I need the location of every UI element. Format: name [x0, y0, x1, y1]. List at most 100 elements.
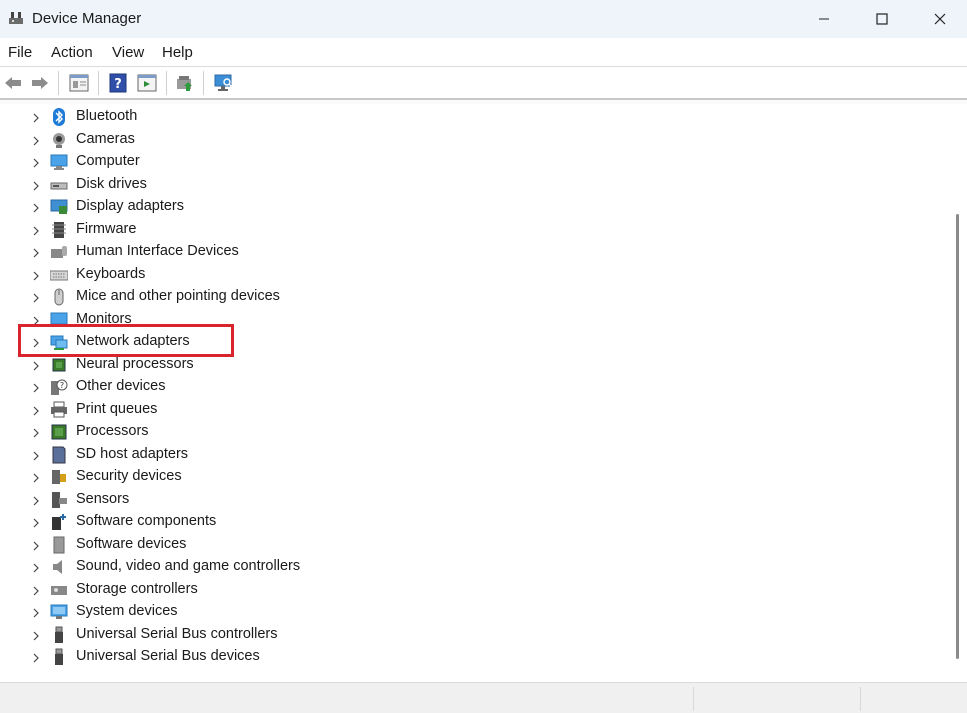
expand-chevron-icon[interactable] [30, 404, 42, 416]
system-device-icon [50, 603, 68, 621]
menu-view[interactable]: View [112, 44, 144, 61]
expand-chevron-icon[interactable] [30, 651, 42, 663]
usb-icon [50, 648, 68, 666]
expand-chevron-icon[interactable] [30, 449, 42, 461]
software-component-icon [50, 513, 68, 531]
software-device-icon [50, 536, 68, 554]
status-bar [0, 682, 967, 713]
tree-item-firmware[interactable]: Firmware [0, 219, 948, 241]
forward-icon[interactable] [29, 72, 51, 94]
action-pane-icon[interactable] [136, 72, 158, 94]
status-separator [693, 687, 694, 711]
menu-action[interactable]: Action [51, 44, 93, 61]
device-manager-icon [8, 10, 24, 26]
minimize-button[interactable] [795, 0, 853, 38]
security-device-icon [50, 468, 68, 486]
tree-item-label: Bluetooth [76, 108, 138, 124]
properties-icon[interactable] [68, 72, 90, 94]
toolbar-separator [203, 71, 204, 95]
expand-chevron-icon[interactable] [30, 359, 42, 371]
tree-item-other-devices[interactable]: ? Other devices [0, 376, 948, 398]
title-bar: Device Manager [0, 0, 967, 38]
maximize-button[interactable] [853, 0, 911, 38]
hid-icon [50, 243, 68, 261]
tree-item-human-interface-devices[interactable]: Human Interface Devices [0, 241, 948, 263]
tree-item-label: Human Interface Devices [76, 243, 239, 259]
tree-item-print-queues[interactable]: Print queues [0, 399, 948, 421]
expand-chevron-icon[interactable] [30, 269, 42, 281]
sd-card-icon [50, 446, 68, 464]
expand-chevron-icon[interactable] [30, 629, 42, 641]
tree-item-label: Software devices [76, 535, 187, 552]
expand-chevron-icon[interactable] [30, 224, 42, 236]
tree-item-sound-video-and-game-controllers[interactable]: Sound, video and game controllers [0, 556, 948, 578]
expand-chevron-icon[interactable] [30, 201, 42, 213]
tree-item-label: Software components [76, 513, 217, 529]
help-icon[interactable]: ? [107, 72, 129, 94]
storage-controller-icon [50, 581, 68, 599]
display-adapter-icon [50, 198, 68, 216]
tree-item-bluetooth[interactable]: Bluetooth [0, 106, 948, 128]
expand-chevron-icon[interactable] [30, 134, 42, 146]
tree-item-software-components[interactable]: Software components [0, 511, 948, 533]
back-icon[interactable] [2, 72, 24, 94]
expand-chevron-icon[interactable] [30, 179, 42, 191]
close-button[interactable] [911, 0, 967, 38]
usb-icon [50, 626, 68, 644]
expand-chevron-icon[interactable] [30, 471, 42, 483]
tree-item-label: System devices [76, 603, 178, 619]
tree-item-processors[interactable]: Processors [0, 421, 948, 443]
speaker-icon [50, 558, 68, 576]
tree-item-storage-controllers[interactable]: Storage controllers [0, 579, 948, 601]
expand-chevron-icon[interactable] [30, 584, 42, 596]
tree-item-display-adapters[interactable]: Display adapters [0, 196, 948, 218]
expand-chevron-icon[interactable] [30, 156, 42, 168]
tree-item-label: Neural processors [76, 355, 194, 372]
expand-chevron-icon[interactable] [30, 561, 42, 573]
highlight-box [18, 324, 234, 357]
menu-help[interactable]: Help [162, 44, 193, 61]
tree-item-mice-and-other-pointing-devices[interactable]: Mice and other pointing devices [0, 286, 948, 308]
tree-item-keyboards[interactable]: Keyboards [0, 264, 948, 286]
scroll-thumb[interactable] [956, 214, 959, 659]
tree-item-label: Sensors [76, 490, 130, 507]
scan-hardware-icon[interactable] [213, 72, 235, 94]
tree-item-label: Sound, video and game controllers [76, 558, 301, 574]
expand-chevron-icon[interactable] [30, 291, 42, 303]
tree-item-label: Universal Serial Bus devices [76, 648, 260, 664]
tree-item-security-devices[interactable]: Security devices [0, 466, 948, 488]
expand-chevron-icon[interactable] [30, 111, 42, 123]
tree-item-disk-drives[interactable]: Disk drives [0, 174, 948, 196]
expand-chevron-icon[interactable] [30, 539, 42, 551]
expand-chevron-icon[interactable] [30, 381, 42, 393]
toolbar-separator [58, 71, 59, 95]
tree-item-universal-serial-bus-controllers[interactable]: Universal Serial Bus controllers [0, 624, 948, 646]
status-separator [860, 687, 861, 711]
tree-item-universal-serial-bus-devices[interactable]: Universal Serial Bus devices [0, 646, 948, 668]
close-icon [934, 13, 946, 25]
tree-item-computer[interactable]: Computer [0, 151, 948, 173]
menu-file[interactable]: File [8, 44, 32, 61]
sensor-icon [50, 491, 68, 509]
tree-item-label: Other devices [76, 378, 166, 394]
computer-icon [50, 153, 68, 171]
expand-chevron-icon[interactable] [30, 606, 42, 618]
chip-icon [50, 356, 68, 374]
minimize-icon [819, 18, 829, 20]
tree-item-label: Storage controllers [76, 580, 198, 597]
expand-chevron-icon[interactable] [30, 426, 42, 438]
expand-chevron-icon[interactable] [30, 494, 42, 506]
tree-item-cameras[interactable]: Cameras [0, 129, 948, 151]
tree-item-sensors[interactable]: Sensors [0, 489, 948, 511]
tree-item-label: Universal Serial Bus controllers [76, 625, 278, 642]
update-driver-icon[interactable] [174, 72, 196, 94]
tree-item-label: Display adapters [76, 198, 184, 214]
expand-chevron-icon[interactable] [30, 246, 42, 258]
device-tree: Bluetooth Cameras Computer Disk drives Displ… [0, 104, 948, 682]
tree-item-system-devices[interactable]: System devices [0, 601, 948, 623]
vertical-scrollbar[interactable] [948, 104, 967, 682]
tree-item-sd-host-adapters[interactable]: SD host adapters [0, 444, 948, 466]
expand-chevron-icon[interactable] [30, 516, 42, 528]
tree-item-software-devices[interactable]: Software devices [0, 534, 948, 556]
maximize-icon [876, 13, 888, 25]
